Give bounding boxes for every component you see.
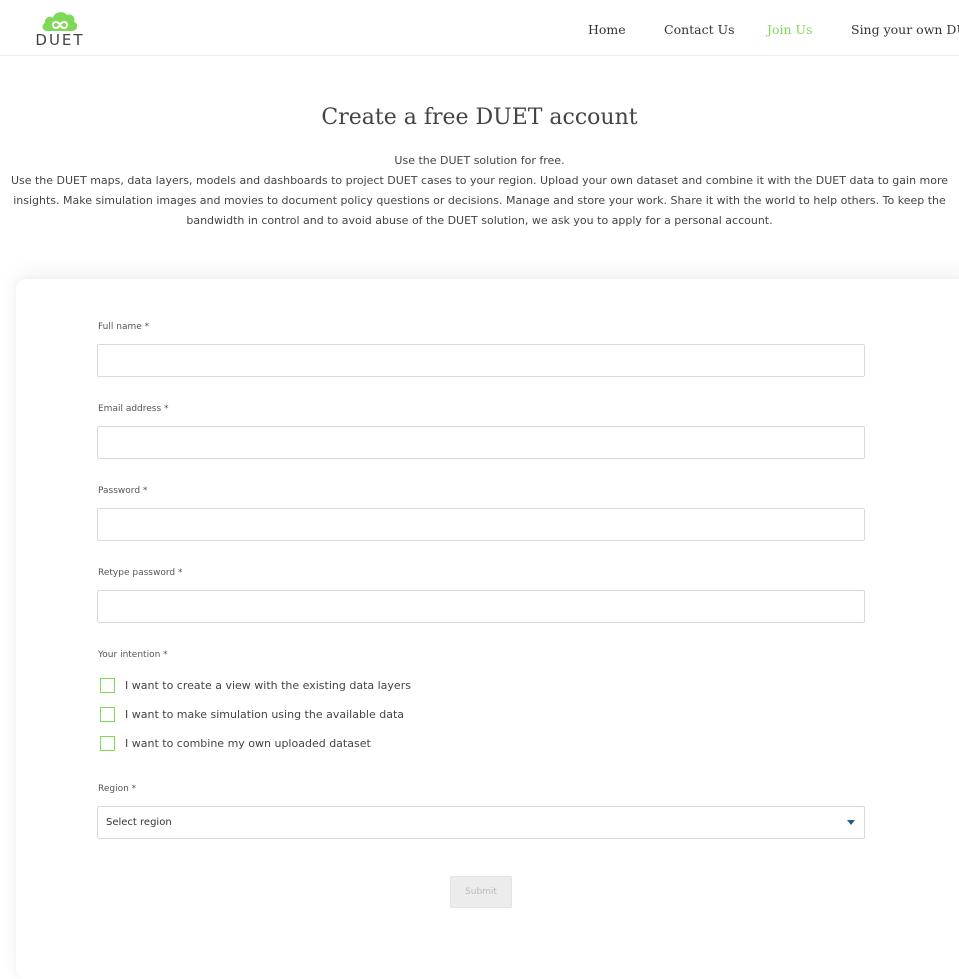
logo-text: DUET [35, 31, 85, 49]
signup-form-card [16, 279, 959, 979]
retype-password-input[interactable] [97, 590, 865, 623]
checkbox-label: I want to make simulation using the avai… [125, 707, 405, 721]
nav-home[interactable]: Home [588, 22, 626, 37]
intro-lead: Use the DUET solution for free. [394, 154, 565, 167]
password-input[interactable] [97, 508, 865, 541]
submit-button[interactable]: Submit [450, 876, 512, 908]
retype-password-label: Retype password * [98, 568, 183, 578]
email-label: Email address * [98, 404, 169, 414]
nav-join-us[interactable]: Join Us [767, 22, 813, 37]
region-select[interactable]: Select region [97, 806, 865, 839]
intention-option-simulation[interactable]: I want to make simulation using the avai… [100, 705, 404, 723]
intention-option-create-view[interactable]: I want to create a view with the existin… [100, 676, 411, 694]
checkbox-label: I want to combine my own uploaded datase… [125, 736, 371, 750]
page-title: Create a free DUET account [321, 104, 638, 130]
cloud-infinity-icon [42, 12, 78, 31]
password-label: Password * [98, 486, 148, 496]
intention-label: Your intention * [98, 650, 168, 660]
intro-text: Use the DUET solution for free. Use the … [8, 151, 951, 231]
checkbox[interactable] [100, 706, 115, 722]
intro-body: Use the DUET maps, data layers, models a… [10, 174, 949, 227]
caret-down-icon [847, 820, 855, 825]
checkbox-label: I want to create a view with the existin… [125, 678, 411, 692]
duet-logo[interactable]: DUET [34, 10, 90, 50]
checkbox[interactable] [100, 677, 115, 693]
nav-sing-your-own-duet[interactable]: Sing your own DUET [851, 22, 959, 37]
full-name-label: Full name * [98, 322, 150, 332]
nav-contact-us[interactable]: Contact Us [664, 22, 735, 37]
intention-option-combine-dataset[interactable]: I want to combine my own uploaded datase… [100, 734, 371, 752]
region-selected-value: Select region [106, 817, 172, 828]
checkbox[interactable] [100, 735, 115, 751]
full-name-input[interactable] [97, 344, 865, 377]
site-header: DUET Home Contact Us Join Us Sing your o… [0, 0, 959, 56]
region-label: Region * [98, 784, 137, 794]
email-input[interactable] [97, 426, 865, 459]
